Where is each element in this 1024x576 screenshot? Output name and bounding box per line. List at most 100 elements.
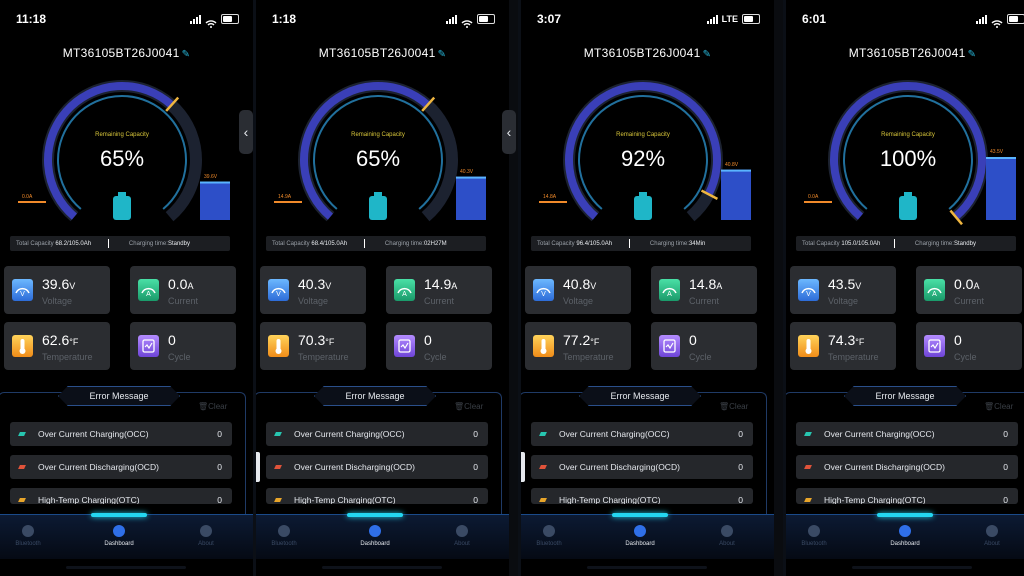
clear-label: Clear [464, 402, 484, 411]
cycle-value: 0 [954, 332, 962, 348]
error-count: 0 [738, 462, 743, 472]
temperature-label: Temperature [42, 352, 93, 362]
cellular-signal-icon [446, 14, 457, 24]
svg-text:A: A [146, 291, 151, 298]
temperature-label: Temperature [563, 352, 614, 362]
cycle-card: 0 Cycle [386, 322, 492, 370]
charging-time-value: 02H27M [423, 240, 447, 247]
nav-about[interactable]: About [178, 525, 234, 547]
error-name: High-Temp Charging(OTC) [559, 495, 661, 504]
clear-button[interactable]: 🗑Clear [719, 402, 748, 411]
charging-time-label: Charging time: [384, 240, 424, 247]
wifi-icon [991, 15, 1003, 28]
clear-button[interactable]: 🗑Clear [984, 402, 1013, 411]
voltage-card: V 40.8V Voltage [525, 266, 631, 314]
error-name: Over Current Discharging(OCD) [38, 462, 159, 472]
status-bar: 11:18 [0, 8, 253, 30]
total-capacity: Total Capacity 68.2/105.0Ah [10, 241, 108, 247]
current-unit: A [451, 281, 458, 291]
thermometer-icon [798, 335, 819, 357]
clear-button[interactable]: 🗑Clear [454, 402, 483, 411]
current-level-line [804, 201, 832, 203]
status-icons: LTE [706, 14, 760, 24]
error-row: High-Temp Charging(OTC) 0 [266, 488, 488, 504]
chevron-left-icon[interactable]: ‹ [239, 110, 253, 154]
voltage-value: 39.6V [42, 276, 75, 292]
nav-about-label: About [719, 541, 735, 547]
nav-bluetooth[interactable]: Bluetooth [521, 525, 577, 547]
voltmeter-icon: V [268, 279, 289, 301]
nav-about[interactable]: About [964, 525, 1020, 547]
temperature-number: 77.2 [563, 332, 591, 348]
voltage-level-bar [200, 181, 230, 220]
charging-time-value: 34Min [688, 240, 706, 247]
screen-separator [518, 0, 521, 576]
clear-button[interactable]: 🗑Clear [198, 402, 227, 411]
status-bar: 1:18 [256, 8, 509, 30]
pencil-icon[interactable]: ✎ [703, 49, 712, 60]
ammeter-icon: A [138, 279, 159, 301]
nav-about[interactable]: About [699, 525, 755, 547]
current-label: Current [424, 296, 455, 306]
dashboard-icon [634, 525, 646, 537]
battery-icon [742, 14, 760, 24]
voltage-unit: V [325, 281, 332, 291]
nav-about-label: About [984, 541, 1000, 547]
cycle-label: Cycle [689, 352, 712, 362]
bluetooth-icon [808, 525, 820, 537]
nav-dashboard[interactable]: Dashboard [91, 525, 147, 547]
cycle-chart-icon [924, 335, 945, 357]
cycle-value: 0 [424, 332, 432, 348]
current-number: 14.9 [424, 276, 452, 292]
current-card: A 0.0A Current [916, 266, 1022, 314]
temperature-card: 62.6°F Temperature [4, 322, 110, 370]
nav-dashboard[interactable]: Dashboard [877, 525, 933, 547]
voltage-label: Voltage [42, 296, 73, 306]
temperature-card: 77.2°F Temperature [525, 322, 631, 370]
pencil-icon[interactable]: ✎ [968, 49, 977, 60]
device-title: MT36105BT26J0041 ✎ [0, 46, 253, 60]
voltage-label: Voltage [563, 296, 594, 306]
total-capacity-value: 105.0/105.0Ah [841, 240, 881, 247]
screen-separator [253, 0, 256, 576]
cycle-chart-icon [394, 335, 415, 357]
error-indicator-icon [804, 498, 812, 502]
nav-dashboard[interactable]: Dashboard [612, 525, 668, 547]
voltage-level-cap [456, 176, 486, 179]
error-count: 0 [217, 462, 222, 472]
cycle-card: 0 Cycle [916, 322, 1022, 370]
battery-charge-icon [369, 196, 387, 220]
current-unit: A [973, 281, 980, 291]
nav-bluetooth[interactable]: Bluetooth [0, 525, 56, 547]
current-value: 0.0A [954, 276, 979, 292]
capacity-info-bar: Total Capacity 105.0/105.0Ah Charging tim… [796, 236, 1016, 251]
capacity-info-bar: Total Capacity 96.4/105.0Ah Charging time… [531, 236, 751, 251]
error-count: 0 [217, 495, 222, 504]
active-tab-indicator [612, 513, 668, 517]
error-indicator-icon [539, 465, 547, 469]
dashboard-icon [113, 525, 125, 537]
status-bar: 3:07 LTE [521, 8, 774, 30]
nav-bluetooth[interactable]: Bluetooth [786, 525, 842, 547]
error-indicator-icon [274, 432, 282, 436]
nav-about[interactable]: About [434, 525, 490, 547]
pencil-icon[interactable]: ✎ [182, 49, 191, 60]
nav-bluetooth[interactable]: Bluetooth [256, 525, 312, 547]
temperature-unit: °F [590, 337, 600, 347]
capacity-percent: 65% [355, 146, 401, 171]
cellular-signal-icon [190, 14, 201, 24]
voltage-card: V 40.3V Voltage [260, 266, 366, 314]
device-id: MT36105BT26J0041 [583, 46, 701, 60]
nav-dashboard-label: Dashboard [625, 541, 655, 547]
nav-dashboard[interactable]: Dashboard [347, 525, 403, 547]
voltage-bar-label: 39.6V [204, 173, 218, 180]
error-indicator-icon [539, 432, 547, 436]
error-row: Over Current Discharging(OCD) 0 [531, 455, 753, 479]
pencil-icon[interactable]: ✎ [438, 49, 447, 60]
remaining-capacity-label: Remaining Capacity [881, 132, 935, 138]
svg-text:A: A [402, 291, 407, 298]
error-count: 0 [473, 429, 478, 439]
chevron-left-icon[interactable]: ‹ [502, 110, 516, 154]
current-label: Current [954, 296, 985, 306]
bottom-nav: Bluetooth Dashboard About [0, 513, 253, 559]
